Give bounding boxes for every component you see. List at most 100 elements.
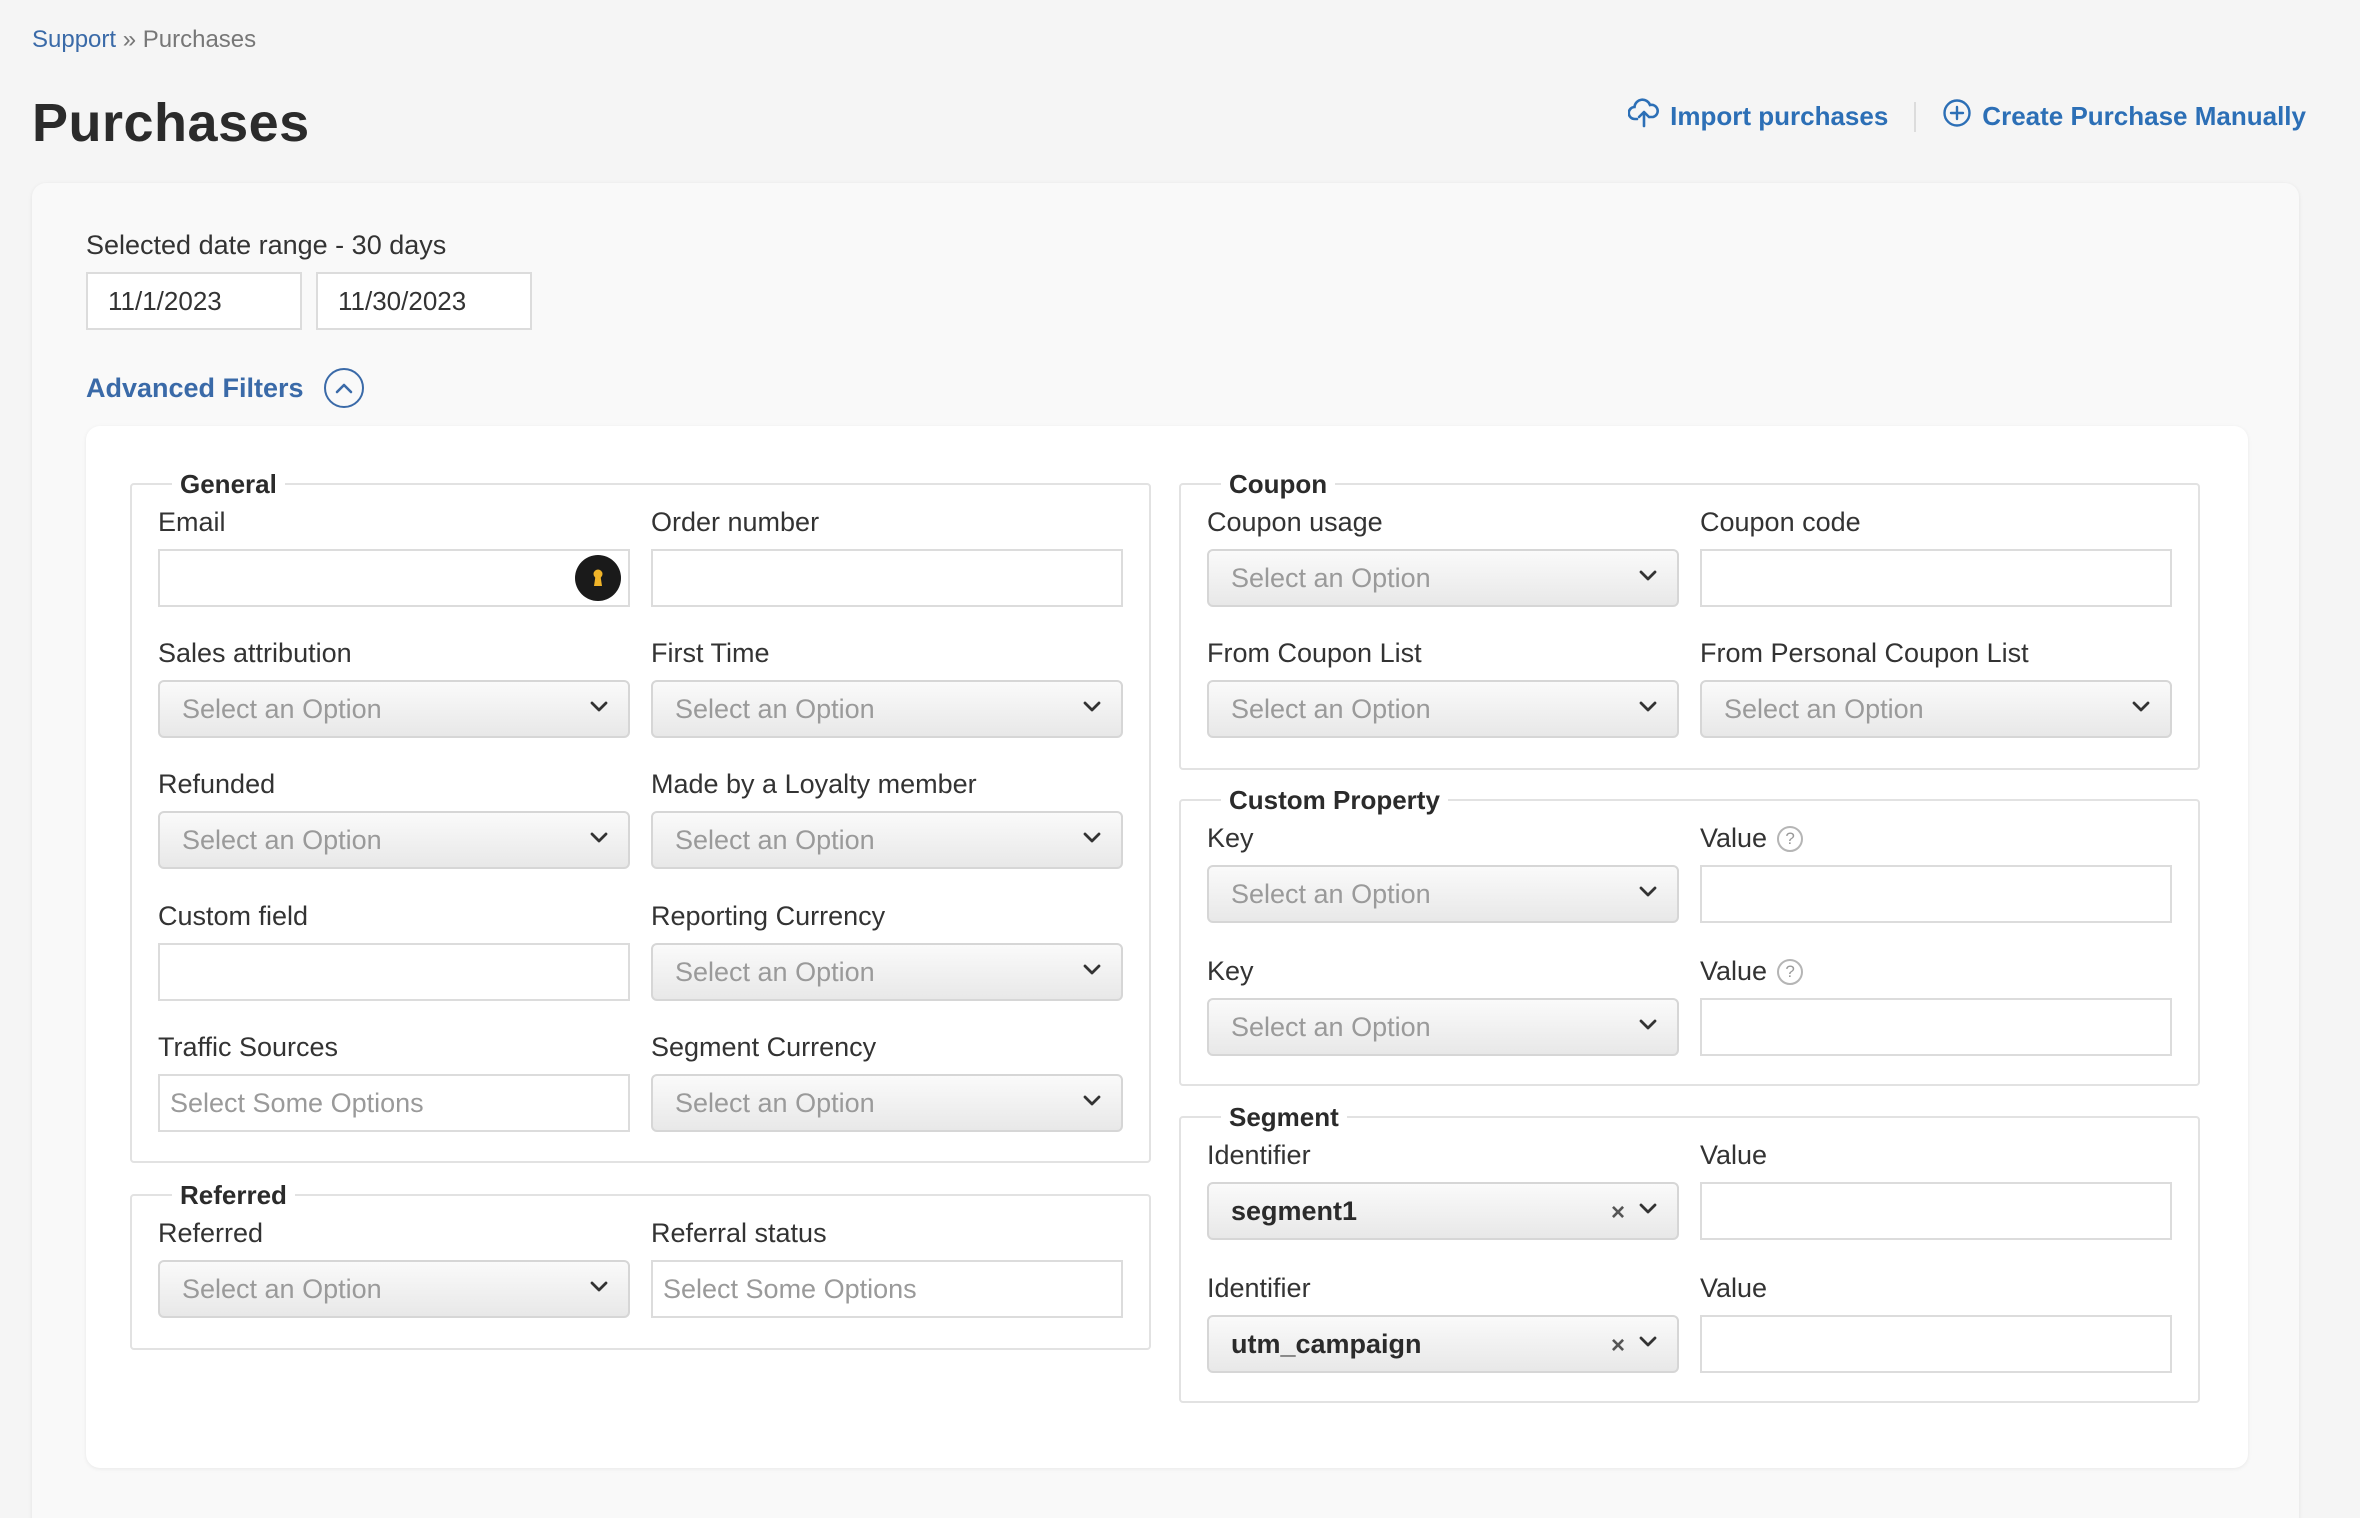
reporting-currency-label: Reporting Currency <box>651 901 886 931</box>
segment-identifier-value: segment1 <box>1231 1195 1358 1226</box>
segment-identifier-select[interactable]: utm_campaign × <box>1207 1315 1679 1373</box>
from-personal-coupon-list-select[interactable]: Select an Option <box>1700 680 2172 738</box>
chevron-up-icon <box>323 368 364 408</box>
custom-property-value-field[interactable] <box>1700 998 2172 1056</box>
first-time-label: First Time <box>651 638 770 668</box>
top-actions: Import purchases Create Purchase Manuall… <box>1627 98 2306 135</box>
segment-identifier-label: Identifier <box>1207 1273 1311 1303</box>
custom-property-key-label: Key <box>1207 823 1254 853</box>
custom-property-key-label: Key <box>1207 956 1254 986</box>
actions-divider <box>1914 101 1917 132</box>
general-legend: General <box>172 469 285 500</box>
coupon-fieldset: Coupon Coupon usage Select an Option Cou… <box>1179 469 2200 770</box>
referral-status-placeholder: Select Some Options <box>663 1273 917 1304</box>
chevron-down-icon <box>590 832 608 843</box>
custom-property-value-field[interactable] <box>1700 865 2172 923</box>
breadcrumb-current: Purchases <box>142 26 257 53</box>
coupon-code-label: Coupon code <box>1700 507 1861 537</box>
sales-attribution-select[interactable]: Select an Option <box>158 680 630 738</box>
chevron-down-icon <box>1083 701 1101 712</box>
breadcrumb: Support » Purchases <box>32 26 256 54</box>
email-label: Email <box>158 507 226 537</box>
advanced-filters-toggle[interactable]: Advanced Filters <box>86 368 364 408</box>
chevron-down-icon <box>1083 964 1101 975</box>
referred-fieldset: Referred Referred Select an Option Refer… <box>130 1180 1151 1350</box>
first-time-select[interactable]: Select an Option <box>651 680 1123 738</box>
create-purchase-button[interactable]: Create Purchase Manually <box>1942 98 2306 135</box>
advanced-filters-label: Advanced Filters <box>86 372 304 403</box>
custom-property-value-label: Value? <box>1700 823 1804 854</box>
referred-select[interactable]: Select an Option <box>158 1260 630 1318</box>
custom-property-key-select[interactable]: Select an Option <box>1207 998 1679 1056</box>
refunded-label: Refunded <box>158 769 276 799</box>
from-personal-coupon-list-label: From Personal Coupon List <box>1700 638 2029 668</box>
clear-selection-button[interactable]: × <box>1611 1332 1625 1360</box>
traffic-sources-placeholder: Select Some Options <box>170 1087 424 1118</box>
import-purchases-label: Import purchases <box>1670 101 1889 131</box>
referral-status-multiselect[interactable]: Select Some Options <box>651 1260 1123 1318</box>
sales-attribution-label: Sales attribution <box>158 638 352 668</box>
advanced-filters-panel: General Email Order number Sales attribu… <box>86 426 2248 1468</box>
custom-field-label: Custom field <box>158 901 309 931</box>
segment-identifier-select[interactable]: segment1 × <box>1207 1182 1679 1240</box>
coupon-usage-label: Coupon usage <box>1207 507 1383 537</box>
general-fieldset: General Email Order number Sales attribu… <box>130 469 1151 1163</box>
refunded-value: Select an Option <box>182 824 382 855</box>
chevron-down-icon <box>1083 1095 1101 1106</box>
custom-property-key-select[interactable]: Select an Option <box>1207 865 1679 923</box>
custom-property-value-text: Value <box>1700 956 1768 986</box>
segment-currency-value: Select an Option <box>675 1087 875 1118</box>
loyalty-member-select[interactable]: Select an Option <box>651 811 1123 869</box>
chevron-down-icon <box>1639 1019 1657 1030</box>
reporting-currency-select[interactable]: Select an Option <box>651 943 1123 1001</box>
coupon-usage-value: Select an Option <box>1231 562 1431 593</box>
custom-property-value-label: Value? <box>1700 956 1804 987</box>
traffic-sources-multiselect[interactable]: Select Some Options <box>158 1074 630 1132</box>
chevron-down-icon <box>2132 701 2150 712</box>
end-date-input[interactable] <box>316 272 532 330</box>
custom-field-input[interactable] <box>158 943 630 1001</box>
traffic-sources-label: Traffic Sources <box>158 1032 339 1062</box>
segment-legend: Segment <box>1221 1102 1347 1133</box>
import-purchases-button[interactable]: Import purchases <box>1627 98 1889 135</box>
custom-property-key-value: Select an Option <box>1231 878 1431 909</box>
chevron-down-icon <box>1639 570 1657 581</box>
from-coupon-list-label: From Coupon List <box>1207 638 1422 668</box>
segment-currency-select[interactable]: Select an Option <box>651 1074 1123 1132</box>
segment-value-field[interactable] <box>1700 1182 2172 1240</box>
segment-fieldset: Segment Identifier segment1 × Value Ident… <box>1179 1102 2200 1403</box>
breadcrumb-separator: » <box>116 26 143 53</box>
segment-value-label: Value <box>1700 1273 1768 1303</box>
referred-value: Select an Option <box>182 1273 382 1304</box>
from-coupon-list-select[interactable]: Select an Option <box>1207 680 1679 738</box>
order-number-label: Order number <box>651 507 820 537</box>
email-field[interactable] <box>158 549 630 607</box>
start-date-input[interactable] <box>86 272 302 330</box>
reporting-currency-value: Select an Option <box>675 956 875 987</box>
loyalty-member-value: Select an Option <box>675 824 875 855</box>
date-range-label: Selected date range - 30 days <box>86 230 447 260</box>
referred-label: Referred <box>158 1218 264 1248</box>
from-personal-coupon-list-value: Select an Option <box>1724 693 1924 724</box>
coupon-code-field[interactable] <box>1700 549 2172 607</box>
refunded-select[interactable]: Select an Option <box>158 811 630 869</box>
help-icon[interactable]: ? <box>1777 825 1804 852</box>
create-purchase-label: Create Purchase Manually <box>1982 101 2306 131</box>
cloud-upload-icon <box>1627 98 1660 135</box>
segment-currency-label: Segment Currency <box>651 1032 877 1062</box>
clear-selection-button[interactable]: × <box>1611 1199 1625 1227</box>
chevron-down-icon <box>1639 1203 1657 1214</box>
first-time-value: Select an Option <box>675 693 875 724</box>
breadcrumb-support-link[interactable]: Support <box>32 26 116 53</box>
coupon-usage-select[interactable]: Select an Option <box>1207 549 1679 607</box>
coupon-legend: Coupon <box>1221 469 1336 500</box>
segment-value-field[interactable] <box>1700 1315 2172 1373</box>
loyalty-member-label: Made by a Loyalty member <box>651 769 977 799</box>
keyhole-icon[interactable] <box>575 555 621 601</box>
custom-property-legend: Custom Property <box>1221 785 1448 816</box>
help-icon[interactable]: ? <box>1777 958 1804 985</box>
referred-legend: Referred <box>172 1180 295 1211</box>
order-number-field[interactable] <box>651 549 1123 607</box>
plus-circle-icon <box>1942 98 1972 135</box>
custom-property-key-value: Select an Option <box>1231 1011 1431 1042</box>
